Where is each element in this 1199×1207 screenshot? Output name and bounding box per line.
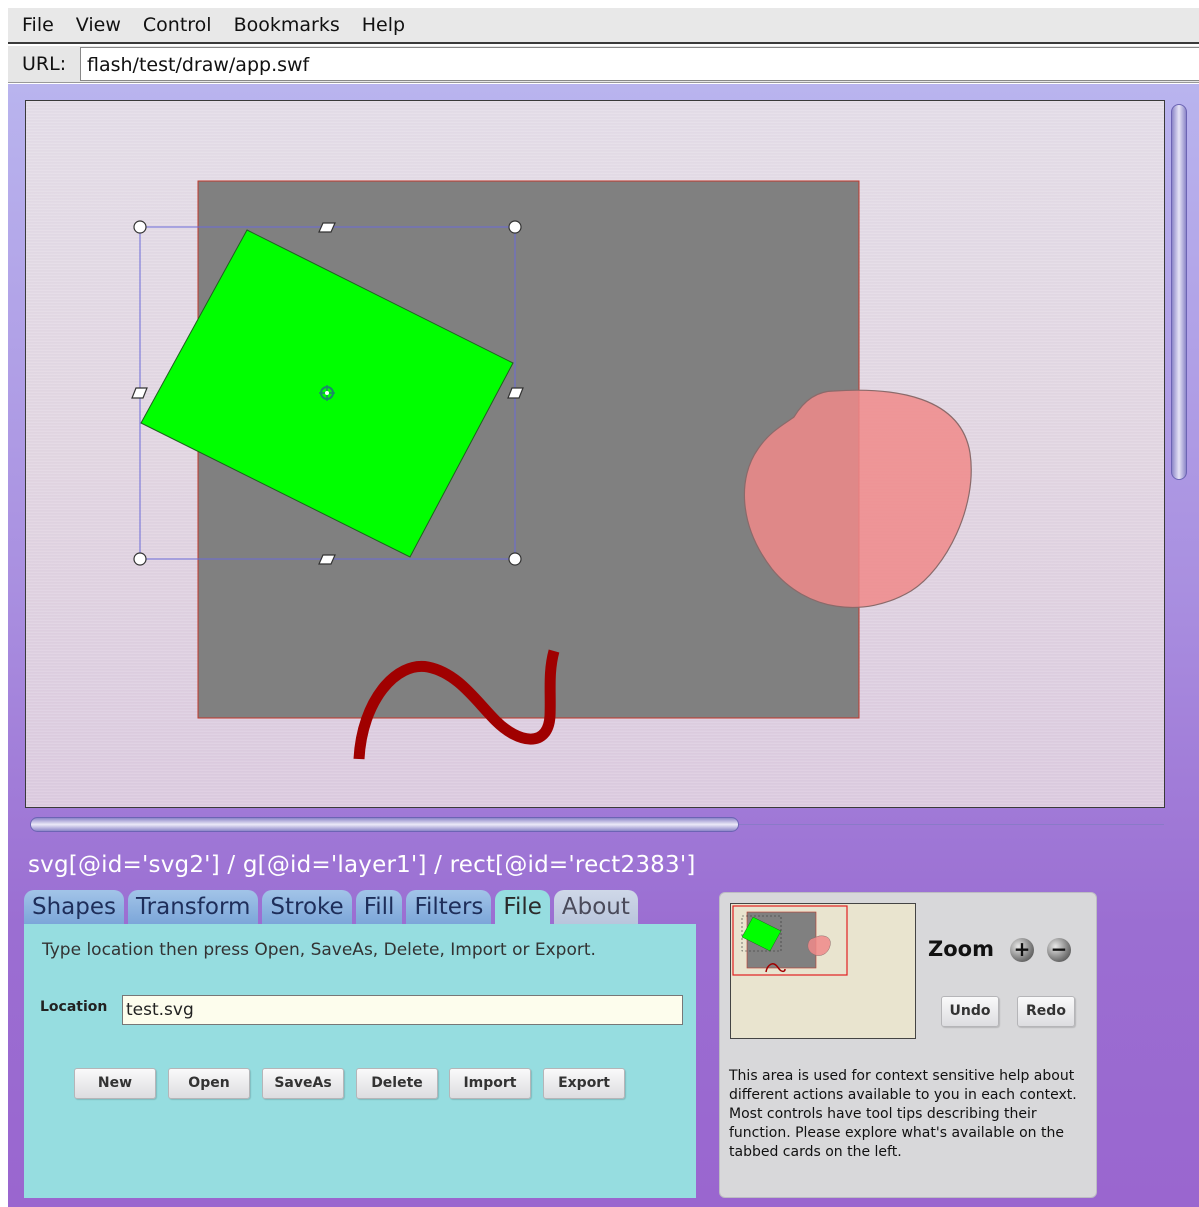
rotate-handle-bottom-left[interactable]	[133, 552, 147, 566]
undo-button[interactable]: Undo	[941, 996, 999, 1027]
navigator-panel: Zoom + − Undo Redo This area is used for…	[719, 892, 1097, 1198]
location-label: Location	[40, 999, 108, 1015]
canvas-svg	[131, 180, 972, 760]
url-input[interactable]: flash/test/draw/app.swf	[80, 47, 1199, 81]
rotate-handle-bottom-right[interactable]	[508, 552, 522, 566]
url-label: URL:	[22, 53, 67, 75]
tab-shapes[interactable]: Shapes	[24, 890, 125, 924]
minimap-svg	[732, 905, 848, 976]
import-button[interactable]: Import	[449, 1068, 531, 1099]
rotate-handle-top-right[interactable]	[508, 220, 522, 234]
export-button[interactable]: Export	[543, 1068, 625, 1099]
minimap-blob	[807, 935, 831, 956]
menu-control[interactable]: Control	[143, 14, 212, 36]
menu-bookmarks[interactable]: Bookmarks	[234, 14, 340, 36]
zoom-out-icon[interactable]: −	[1047, 938, 1071, 962]
tab-stroke[interactable]: Stroke	[262, 890, 352, 924]
minimap[interactable]	[730, 903, 916, 1039]
zoom-in-icon[interactable]: +	[1010, 938, 1034, 962]
delete-button[interactable]: Delete	[356, 1068, 438, 1099]
menu-view[interactable]: View	[76, 14, 121, 36]
vertical-scrollbar[interactable]	[1171, 104, 1187, 480]
menu-bar: File View Control Bookmarks Help	[8, 8, 1199, 44]
context-help-text: This area is used for context sensitive …	[729, 1068, 1077, 1160]
saveas-button[interactable]: SaveAs	[262, 1068, 344, 1099]
open-button[interactable]: Open	[168, 1068, 250, 1099]
new-button[interactable]: New	[74, 1068, 156, 1099]
file-instructions: Type location then press Open, SaveAs, D…	[42, 940, 596, 960]
menu-file[interactable]: File	[22, 14, 54, 36]
flash-app: svg[@id='svg2'] / g[@id='layer1'] / rect…	[8, 84, 1199, 1207]
url-bar: URL: flash/test/draw/app.swf	[8, 46, 1199, 83]
rotate-handle-top-left[interactable]	[133, 220, 147, 234]
redo-button[interactable]: Redo	[1017, 996, 1075, 1027]
tab-filters[interactable]: Filters	[406, 890, 492, 924]
tab-transform[interactable]: Transform	[128, 890, 259, 924]
tab-file[interactable]: File	[495, 890, 550, 924]
menu-help[interactable]: Help	[362, 14, 405, 36]
file-panel: Type location then press Open, SaveAs, D…	[24, 924, 696, 1198]
location-input[interactable]: test.svg	[122, 995, 683, 1025]
selection-xpath: svg[@id='svg2'] / g[@id='layer1'] / rect…	[28, 852, 696, 878]
horizontal-scroll-track	[739, 824, 1164, 825]
tab-about[interactable]: About	[553, 890, 638, 924]
tab-fill[interactable]: Fill	[355, 890, 403, 924]
zoom-label: Zoom	[928, 937, 994, 961]
skew-handle-left[interactable]	[131, 387, 148, 399]
drawing-canvas[interactable]	[25, 100, 1165, 808]
tab-bar: Shapes Transform Stroke Fill Filters Fil…	[24, 890, 642, 924]
horizontal-scrollbar[interactable]	[30, 817, 739, 832]
